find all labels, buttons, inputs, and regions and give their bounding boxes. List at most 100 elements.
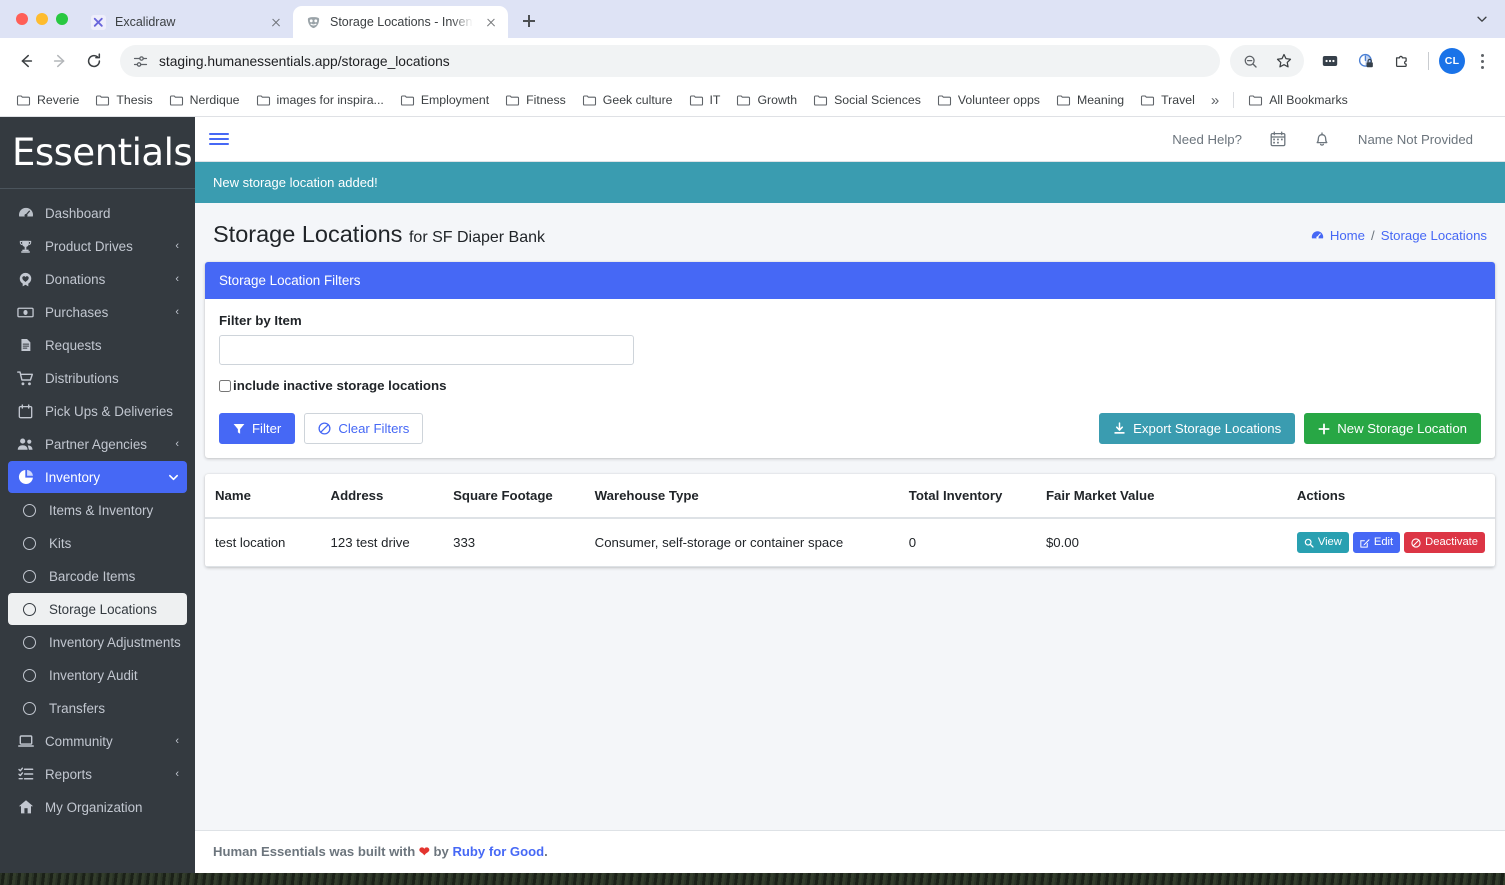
close-window-button[interactable] [16, 13, 28, 25]
sidebar-item-storage-locations[interactable]: Storage Locations [8, 593, 187, 625]
calendar-icon[interactable] [1256, 117, 1300, 162]
sidebar-item-label: Donations [45, 271, 106, 287]
bookmark-item[interactable]: Employment [392, 89, 497, 112]
sidebar-item-partner-agencies[interactable]: Partner Agencies ‹ [8, 428, 187, 460]
extension-dots-icon[interactable] [1314, 45, 1346, 77]
chevron-down-icon[interactable] [1469, 6, 1495, 32]
include-inactive-label[interactable]: include inactive storage locations [233, 378, 447, 393]
new-storage-location-button[interactable]: New Storage Location [1304, 413, 1481, 444]
sidebar-item-inventory[interactable]: Inventory [8, 461, 187, 493]
bookmark-item[interactable]: Growth [728, 89, 805, 112]
browser-menu-icon[interactable] [1469, 48, 1495, 74]
home-icon [16, 799, 35, 815]
all-bookmarks-button[interactable]: All Bookmarks [1240, 89, 1356, 112]
chevron-left-icon: ‹ [175, 240, 179, 252]
sidebar-item-items-and-inventory[interactable]: Items & Inventory [8, 494, 187, 526]
sidebar-item-requests[interactable]: Requests [8, 329, 187, 361]
chevron-left-icon: ‹ [175, 273, 179, 285]
need-help-link[interactable]: Need Help? [1158, 117, 1256, 162]
bookmark-item[interactable]: Nerdique [161, 89, 248, 112]
tab-excalidraw[interactable]: Excalidraw [78, 6, 293, 38]
row-action-buttons: View Edit Deactivate [1296, 532, 1485, 553]
column-header-warehouse-type[interactable]: Warehouse Type [584, 474, 899, 519]
table-row: test location 123 test drive 333 Consume… [205, 518, 1495, 567]
sidebar-item-reports[interactable]: Reports ‹ [8, 758, 187, 790]
bookmark-label: Nerdique [189, 93, 240, 107]
page-container: Storage Locations for SF Diaper Bank Hom… [195, 203, 1505, 830]
forward-icon[interactable] [44, 45, 76, 77]
sidebar-item-transfers[interactable]: Transfers [8, 692, 187, 724]
folder-icon [813, 93, 828, 108]
bookmark-item[interactable]: Meaning [1048, 89, 1132, 112]
sidebar-item-product-drives[interactable]: Product Drives ‹ [8, 230, 187, 262]
column-header-total-inventory[interactable]: Total Inventory [898, 474, 1036, 519]
extensions-puzzle-icon[interactable] [1386, 45, 1418, 77]
sidebar-item-inventory-audit[interactable]: Inventory Audit [8, 659, 187, 691]
bookmark-item[interactable]: Reverie [8, 89, 87, 112]
column-header-name[interactable]: Name [205, 474, 321, 519]
view-button[interactable]: View [1296, 532, 1349, 553]
star-icon[interactable] [1268, 45, 1300, 77]
chevron-left-icon: ‹ [175, 438, 179, 450]
sidebar-item-pickups-deliveries[interactable]: Pick Ups & Deliveries [8, 395, 187, 427]
edit-button-label: Edit [1373, 535, 1394, 548]
export-storage-locations-button[interactable]: Export Storage Locations [1099, 413, 1296, 444]
include-inactive-checkbox[interactable] [219, 380, 231, 392]
sidebar-item-kits[interactable]: Kits [8, 527, 187, 559]
sidebar-item-donations[interactable]: Donations ‹ [8, 263, 187, 295]
sidebar-item-inventory-adjustments[interactable]: Inventory Adjustments [8, 626, 187, 658]
sidebar-item-purchases[interactable]: Purchases ‹ [8, 296, 187, 328]
minimize-window-button[interactable] [36, 13, 48, 25]
magnifier-icon [1304, 538, 1314, 548]
filter-button[interactable]: Filter [219, 413, 296, 444]
zoom-out-icon[interactable] [1234, 45, 1266, 77]
tune-icon[interactable] [132, 53, 149, 70]
profile-avatar[interactable]: CL [1439, 48, 1465, 74]
hamburger-menu-icon[interactable] [209, 133, 229, 145]
cell-square-footage: 333 [443, 518, 585, 567]
bookmark-item[interactable]: Fitness [497, 89, 574, 112]
privacy-lock-icon[interactable] [1350, 45, 1382, 77]
sidebar-item-distributions[interactable]: Distributions [8, 362, 187, 394]
breadcrumb-home-link[interactable]: Home [1330, 228, 1365, 243]
bookmark-item[interactable]: Geek culture [574, 89, 681, 112]
bookmark-item[interactable]: Travel [1132, 89, 1203, 112]
bookmark-item[interactable]: Thesis [87, 89, 160, 112]
maximize-window-button[interactable] [56, 13, 68, 25]
bell-icon[interactable] [1300, 117, 1344, 162]
folder-icon [256, 93, 271, 108]
filter-by-item-input[interactable] [219, 335, 634, 365]
new-tab-button[interactable] [514, 6, 544, 36]
address-bar[interactable]: staging.humanessentials.app/storage_loca… [120, 45, 1220, 77]
user-name-label[interactable]: Name Not Provided [1344, 117, 1487, 162]
sidebar-item-dashboard[interactable]: Dashboard [8, 197, 187, 229]
bookmark-item[interactable]: images for inspira... [248, 89, 392, 112]
sidebar-item-my-organization[interactable]: My Organization [8, 791, 187, 823]
url-text: staging.humanessentials.app/storage_loca… [159, 53, 450, 69]
column-header-fair-market-value[interactable]: Fair Market Value [1035, 474, 1287, 519]
deactivate-button[interactable]: Deactivate [1404, 532, 1485, 553]
app-header-actions: Need Help? Name Not Provided [1158, 117, 1487, 162]
bookmark-item[interactable]: IT [681, 89, 729, 112]
sidebar-item-barcode-items[interactable]: Barcode Items [8, 560, 187, 592]
column-header-address[interactable]: Address [320, 474, 444, 519]
close-icon[interactable] [267, 13, 285, 31]
document-icon [16, 338, 35, 352]
edit-button[interactable]: Edit [1352, 532, 1401, 553]
back-icon[interactable] [10, 45, 42, 77]
clear-filters-button[interactable]: Clear Filters [304, 413, 424, 444]
column-header-square-footage[interactable]: Square Footage [443, 474, 585, 519]
close-icon[interactable] [482, 13, 500, 31]
filters-button-row: Filter Clear Filters Export Storage Loca… [219, 413, 1481, 444]
bookmark-item[interactable]: Volunteer opps [929, 89, 1048, 112]
ruby-for-good-link[interactable]: Ruby for Good [452, 844, 544, 859]
storage-locations-table-card: Name Address Square Footage Warehouse Ty… [205, 474, 1495, 567]
bookmark-item[interactable]: Social Sciences [805, 89, 929, 112]
sidebar-item-community[interactable]: Community ‹ [8, 725, 187, 757]
reload-icon[interactable] [78, 45, 110, 77]
chevron-left-icon: ‹ [175, 306, 179, 318]
page-title: Storage Locations for SF Diaper Bank [213, 221, 545, 248]
tab-storage-locations[interactable]: Storage Locations - Inventory [293, 6, 508, 38]
bookmarks-overflow-icon[interactable]: » [1203, 90, 1227, 111]
brand-logo[interactable]: Essentials [0, 117, 195, 189]
